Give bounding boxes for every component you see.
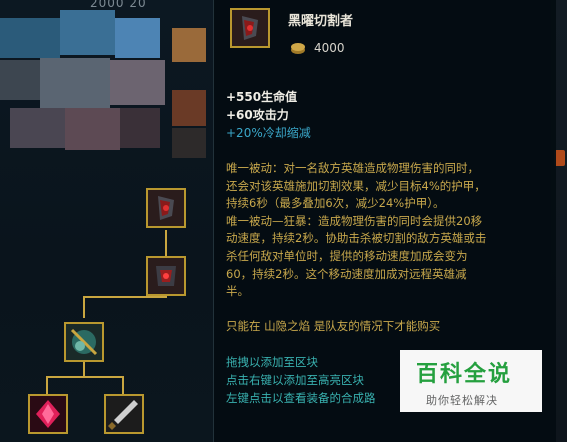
passive-line: 还会对该英雄施加切割效果，减少目标4%的护甲， bbox=[226, 178, 486, 193]
blurred-region bbox=[172, 90, 206, 126]
sword-icon bbox=[106, 396, 142, 432]
blurred-region bbox=[0, 18, 60, 58]
tree-connector bbox=[83, 296, 167, 298]
blurred-region bbox=[60, 10, 115, 55]
item-name: 黑曜切割者 bbox=[288, 14, 354, 29]
tree-connector bbox=[83, 362, 85, 376]
passive-line: 动速度，持续2秒。协助击杀被切割的敌方英雄或击 bbox=[226, 231, 487, 246]
passive-line: 杀任何敌对单位时，提供的移动速度加成会变为 bbox=[226, 248, 468, 263]
passive-line: 持续6秒（最多叠加6次，减少24%护甲）。 bbox=[226, 196, 445, 211]
tree-item-long-sword[interactable] bbox=[104, 394, 144, 434]
tree-connector bbox=[83, 296, 85, 318]
watermark: 百科全说 助你轻松解决 bbox=[400, 350, 542, 412]
blurred-region bbox=[0, 60, 45, 100]
passive-line: 60，持续2秒。这个移动速度加成对远程英雄减 bbox=[226, 266, 467, 281]
blurred-region bbox=[110, 60, 165, 105]
hint-left-click: 左键点击以查看装备的合成路 bbox=[226, 391, 376, 405]
stat-attack-damage: +60攻击力 bbox=[226, 108, 289, 122]
tree-item-ruby-crystal[interactable] bbox=[28, 394, 68, 434]
black-cleaver-icon bbox=[232, 10, 268, 46]
hammer-icon bbox=[66, 324, 102, 360]
tooltip-item-icon bbox=[230, 8, 270, 48]
tree-connector bbox=[165, 230, 167, 258]
gold-coin-icon bbox=[291, 43, 305, 54]
axe-icon bbox=[148, 190, 184, 226]
gold-column-numbers: 2000 20 bbox=[90, 0, 147, 10]
purchase-restriction: 只能在 山隐之焰 是队友的情况下才能购买 bbox=[226, 319, 441, 333]
blurred-region bbox=[10, 108, 65, 148]
blurred-region bbox=[115, 18, 160, 58]
ruby-crystal-icon bbox=[30, 396, 66, 432]
hint-drag: 拖拽以添加至区块 bbox=[226, 355, 318, 369]
blurred-region bbox=[120, 108, 160, 148]
passive-line: 唯一被动—狂暴：造成物理伤害的同时会提供20移 bbox=[226, 213, 483, 228]
tree-connector bbox=[46, 376, 124, 378]
watermark-subtitle: 助你轻松解决 bbox=[426, 394, 498, 407]
blurred-region bbox=[172, 128, 206, 158]
item-cost: 4000 bbox=[314, 41, 345, 55]
axe-icon bbox=[148, 258, 184, 294]
blurred-region bbox=[172, 28, 206, 62]
tree-connector bbox=[122, 376, 124, 394]
item-passive-description: 唯一被动：对一名敌方英雄造成物理伤害的同时， 还会对该英雄施加切割效果，减少目标… bbox=[226, 160, 546, 301]
passive-line: 唯一被动：对一名敌方英雄造成物理伤害的同时， bbox=[226, 161, 479, 175]
blurred-region bbox=[40, 58, 110, 108]
tree-connector bbox=[46, 376, 48, 394]
tree-item-black-cleaver[interactable] bbox=[146, 188, 186, 228]
stat-cooldown-reduction: +20%冷却缩减 bbox=[226, 126, 311, 140]
blurred-region bbox=[65, 108, 120, 150]
watermark-title: 百科全说 bbox=[416, 362, 513, 387]
tree-item-phage[interactable] bbox=[64, 322, 104, 362]
stat-health: +550生命值 bbox=[226, 90, 298, 104]
hint-right-click: 点击右键以添加至高亮区块 bbox=[226, 373, 364, 387]
tree-item-component-axe[interactable] bbox=[146, 256, 186, 296]
passive-line: 半。 bbox=[226, 284, 249, 299]
